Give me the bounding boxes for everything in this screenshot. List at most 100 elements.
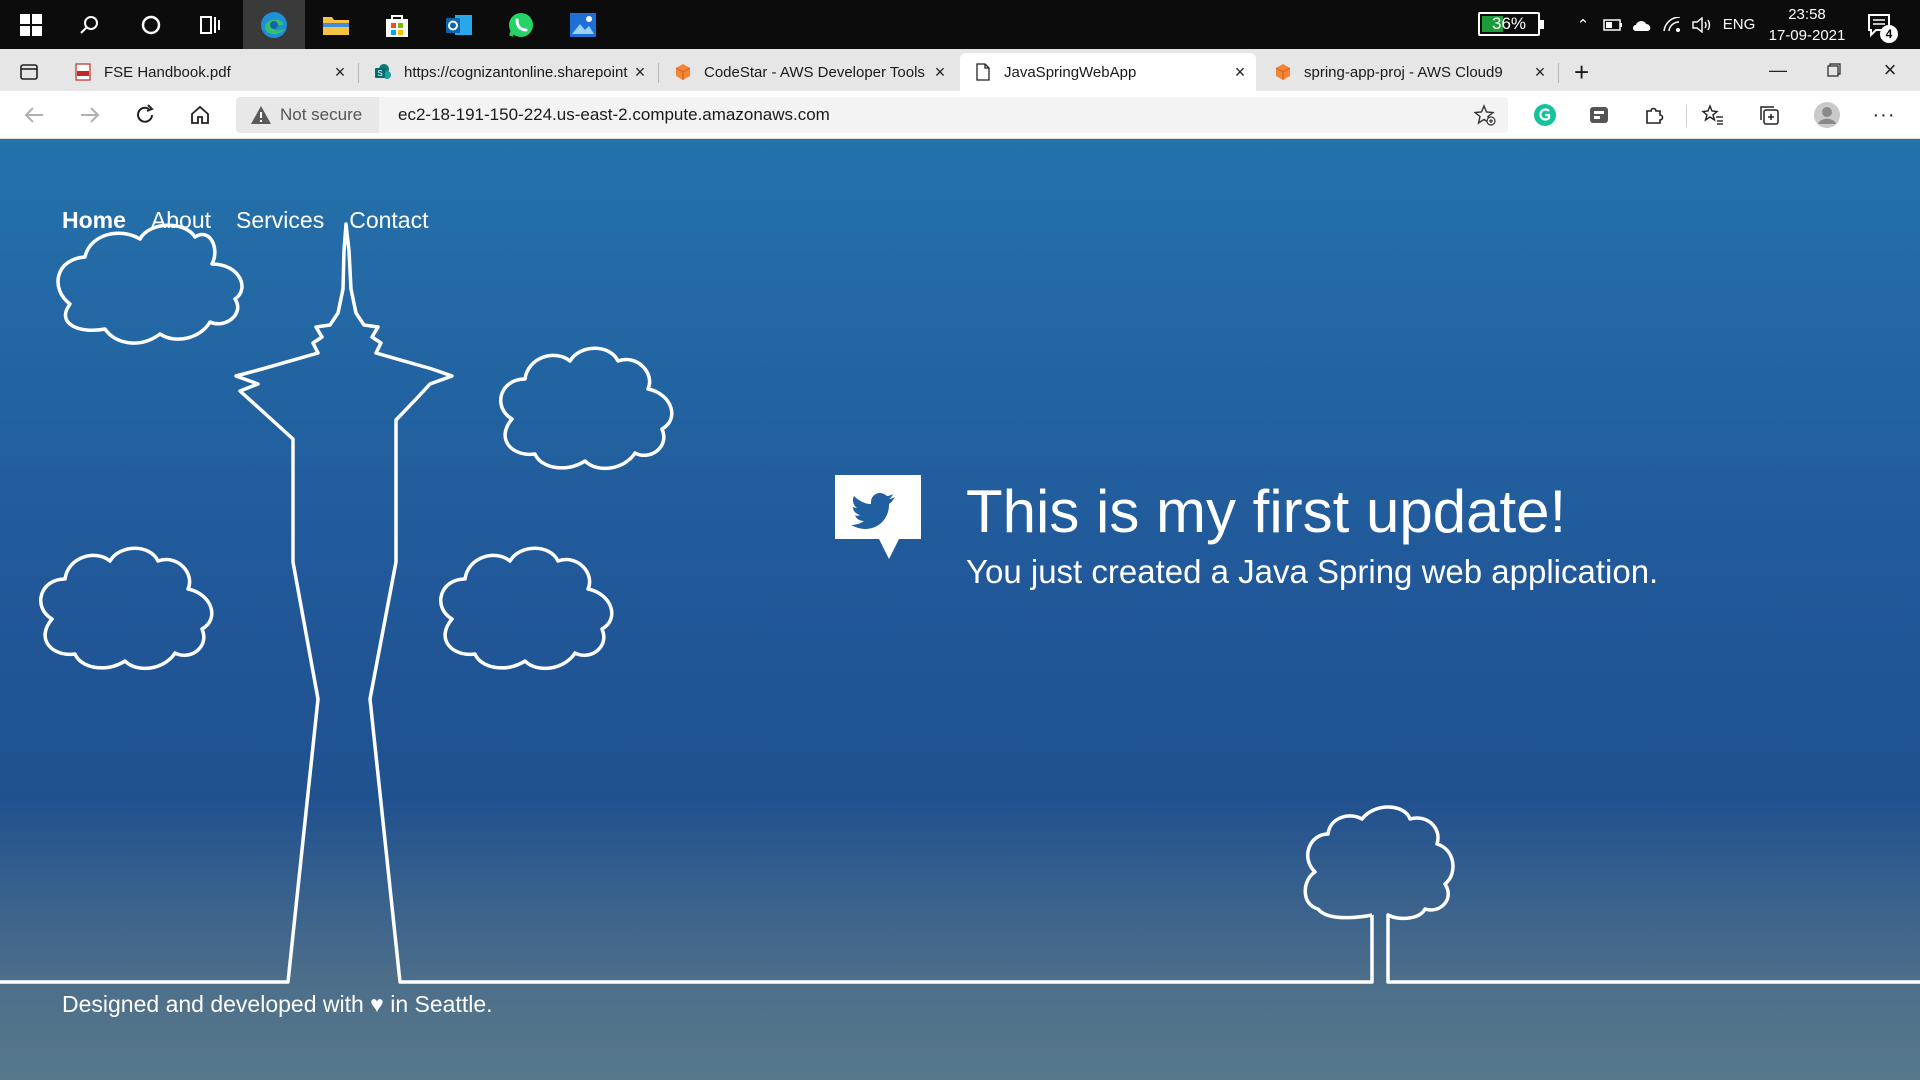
tab-close-button[interactable]: × [1230, 62, 1250, 83]
home-button[interactable] [180, 95, 220, 135]
back-button[interactable] [14, 95, 54, 135]
clock-date: 17-09-2021 [1768, 27, 1846, 44]
tab-sharepoint[interactable]: S https://cognizantonline.sharepoint × [360, 53, 656, 91]
store-bag-icon [386, 14, 408, 37]
taskbar-outlook-button[interactable] [428, 0, 490, 49]
nav-home-link[interactable]: Home [62, 207, 126, 234]
browser-toolbar: Not secure ec2-18-191-150-224.us-east-2.… [0, 91, 1920, 139]
grammarly-icon [1534, 104, 1556, 126]
site-navigation: Home About Services Contact [62, 207, 428, 234]
address-bar[interactable]: Not secure ec2-18-191-150-224.us-east-2.… [236, 97, 1508, 133]
tab-close-button[interactable]: × [630, 62, 650, 83]
seattle-line-art [0, 222, 1920, 984]
star-add-icon [1474, 104, 1496, 126]
tab-title: spring-app-proj - AWS Cloud9 [1304, 63, 1503, 81]
forward-arrow-icon [81, 107, 100, 123]
task-view-icon [200, 15, 220, 34]
taskbar-clock[interactable]: 23:58 17-09-2021 [1762, 4, 1852, 46]
refresh-icon [137, 104, 154, 123]
svg-text:S: S [377, 69, 382, 78]
minimize-button[interactable]: — [1750, 49, 1806, 91]
tab-actions-button[interactable] [8, 53, 52, 91]
page-heading: This is my first update! [966, 478, 1567, 545]
settings-more-button[interactable]: ··· [1867, 98, 1901, 132]
taskbar-search-button[interactable] [58, 0, 120, 49]
speaker-icon [1692, 16, 1711, 33]
tab-close-button[interactable]: × [1530, 62, 1550, 83]
cloud-2 [499, 346, 674, 471]
new-tab-button[interactable]: + [1562, 53, 1606, 91]
battery-percent: 36% [1491, 14, 1527, 33]
cortana-button[interactable] [120, 0, 182, 49]
collections-button[interactable] [1752, 98, 1786, 132]
refresh-button[interactable] [125, 95, 165, 135]
not-secure-label: Not secure [280, 105, 363, 124]
task-view-button[interactable] [180, 0, 242, 49]
windows-logo-icon [20, 13, 42, 36]
clock-time: 23:58 [1788, 6, 1826, 23]
favorites-list-icon [1701, 104, 1723, 125]
minimize-icon: — [1769, 59, 1787, 80]
wifi-icon [1663, 16, 1681, 32]
warning-triangle-icon [251, 106, 271, 124]
onedrive-button[interactable] [1628, 0, 1656, 49]
more-horizontal-icon: ··· [1872, 103, 1896, 126]
profile-button[interactable] [1810, 98, 1844, 132]
cortana-circle-icon [141, 15, 161, 34]
volume-button[interactable] [1688, 0, 1716, 49]
cloud-3 [39, 546, 214, 671]
collections-icon [1760, 106, 1779, 125]
start-button[interactable] [0, 0, 62, 49]
taskbar-whatsapp-button[interactable] [490, 0, 552, 49]
tab-actions-icon [20, 64, 38, 80]
restore-button[interactable] [1806, 49, 1862, 91]
tab-cloud9[interactable]: spring-app-proj - AWS Cloud9 × [1260, 53, 1556, 91]
add-favorite-button[interactable] [1468, 98, 1502, 132]
taskbar-file-explorer-button[interactable] [305, 0, 367, 49]
whatsapp-icon [509, 12, 533, 37]
extensions-menu-button[interactable] [1637, 98, 1671, 132]
battery-tray-icon [1603, 18, 1622, 31]
tab-javaspringwebapp[interactable]: JavaSpringWebApp × [960, 53, 1256, 91]
extension-app-icon [1590, 107, 1608, 123]
tree [1303, 805, 1920, 984]
battery-tray-button[interactable] [1600, 0, 1626, 49]
puzzle-piece-icon [1646, 107, 1664, 124]
search-icon [80, 15, 98, 34]
windows-taskbar: 36% ⌃ ENG 23:58 17-09-2021 4 [0, 0, 1920, 49]
web-page: Home About Services Contact This is my f… [0, 139, 1920, 1080]
pdf-icon [75, 63, 91, 81]
restore-icon [1827, 63, 1841, 77]
taskbar-edge-button[interactable] [243, 0, 305, 49]
forward-button[interactable] [70, 95, 110, 135]
browser-tab-strip: FSE Handbook.pdf × S https://cognizanton… [0, 49, 1920, 91]
tab-codestar[interactable]: CodeStar - AWS Developer Tools × [660, 53, 956, 91]
outlook-icon [446, 14, 472, 35]
plus-icon: + [1574, 57, 1590, 87]
taskbar-photos-button[interactable] [552, 0, 614, 49]
language-indicator[interactable]: ENG [1720, 0, 1758, 49]
tab-fse-handbook[interactable]: FSE Handbook.pdf × [60, 53, 356, 91]
battery-indicator[interactable]: 36% [1478, 12, 1544, 36]
home-icon [191, 105, 209, 124]
close-window-button[interactable]: × [1862, 49, 1918, 91]
tab-close-button[interactable]: × [930, 62, 950, 83]
tab-close-button[interactable]: × [330, 62, 350, 83]
extension-button[interactable] [1582, 98, 1616, 132]
close-icon: × [1883, 57, 1897, 82]
show-hidden-icons-button[interactable]: ⌃ [1568, 0, 1598, 49]
tab-title: https://cognizantonline.sharepoint [404, 63, 628, 81]
favorites-button[interactable] [1696, 98, 1730, 132]
nav-about-link[interactable]: About [151, 207, 211, 234]
avatar-icon [1814, 102, 1840, 128]
site-security-chip[interactable]: Not secure [236, 97, 379, 133]
url-text[interactable]: ec2-18-191-150-224.us-east-2.compute.ama… [398, 97, 830, 133]
nav-contact-link[interactable]: Contact [349, 207, 428, 234]
grammarly-extension-button[interactable] [1528, 98, 1562, 132]
twitter-speech-bubble-icon[interactable] [835, 475, 921, 561]
wifi-button[interactable] [1658, 0, 1686, 49]
nav-services-link[interactable]: Services [236, 207, 324, 234]
folder-icon [323, 16, 349, 35]
taskbar-store-button[interactable] [366, 0, 428, 49]
space-needle [0, 222, 1374, 984]
